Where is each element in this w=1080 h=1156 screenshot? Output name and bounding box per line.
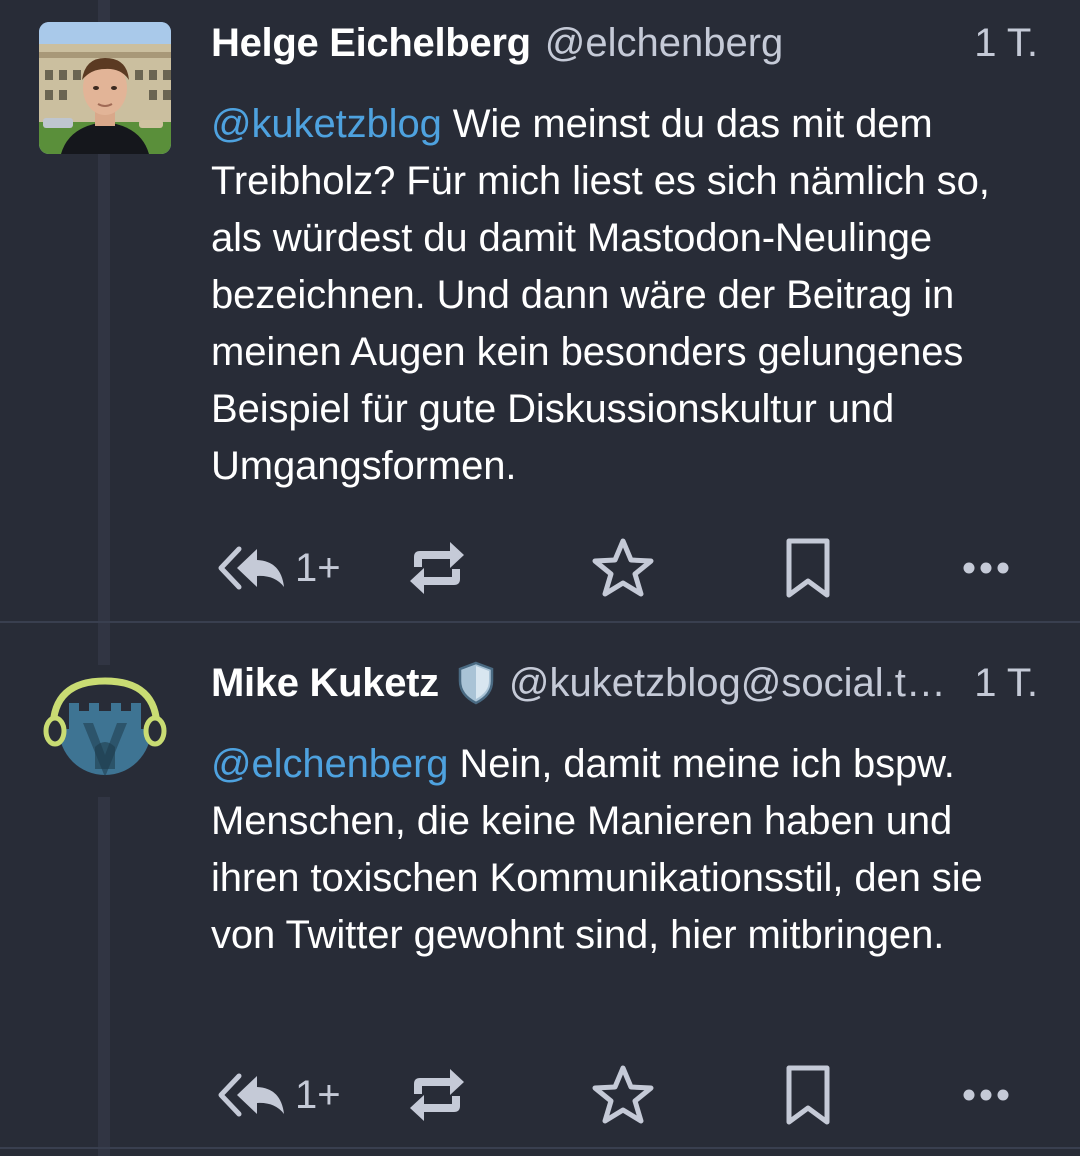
- avatar[interactable]: [39, 22, 171, 154]
- boost-button[interactable]: [408, 533, 466, 603]
- display-name[interactable]: Helge Eichelberg: [211, 21, 531, 66]
- boost-icon: [408, 537, 466, 599]
- reply-count: 1+: [295, 545, 341, 590]
- bookmark-button[interactable]: [783, 533, 833, 603]
- status-helge[interactable]: Helge Eichelberg @elchenberg 1 T. @kuket…: [0, 0, 1080, 621]
- favourite-button[interactable]: [591, 1060, 655, 1130]
- star-icon: [591, 537, 655, 599]
- bookmark-icon: [783, 537, 833, 599]
- display-name[interactable]: Mike Kuketz: [211, 661, 439, 706]
- status-header: Mike Kuketz @kuketzblog@social.tchncs.de…: [211, 658, 1038, 708]
- relative-time[interactable]: 1 T.: [974, 661, 1038, 706]
- boost-button[interactable]: [408, 1060, 466, 1130]
- account-handle[interactable]: @kuketzblog@social.tchncs.de: [509, 661, 962, 706]
- action-bar: 1+: [211, 1060, 1041, 1130]
- bookmark-icon: [783, 1064, 833, 1126]
- more-dots-icon: [961, 1085, 1011, 1105]
- status-content: @kuketzblog Wie meinst du das mit dem Tr…: [211, 96, 1050, 495]
- reply-all-icon: [217, 545, 287, 591]
- boost-icon: [408, 1064, 466, 1126]
- status-text: Wie meinst du das mit dem Treibholz? Für…: [211, 102, 990, 488]
- more-button[interactable]: [961, 533, 1011, 603]
- account-handle[interactable]: @elchenberg: [545, 21, 962, 66]
- more-button[interactable]: [961, 1060, 1011, 1130]
- shield-icon: [457, 661, 495, 705]
- reply-all-icon: [217, 1072, 287, 1118]
- status-divider: [0, 1147, 1080, 1149]
- avatar[interactable]: [39, 665, 171, 797]
- bookmark-button[interactable]: [783, 1060, 833, 1130]
- mention-link[interactable]: @elchenberg: [211, 742, 449, 786]
- reply-button[interactable]: 1+: [217, 1060, 341, 1130]
- favourite-button[interactable]: [591, 533, 655, 603]
- reply-button[interactable]: 1+: [217, 533, 341, 603]
- status-header: Helge Eichelberg @elchenberg 1 T.: [211, 18, 1038, 68]
- action-bar: 1+: [211, 533, 1041, 603]
- status-content: @elchenberg Nein, damit meine ich bspw. …: [211, 736, 1050, 964]
- reply-count: 1+: [295, 1072, 341, 1117]
- more-dots-icon: [961, 558, 1011, 578]
- mention-link[interactable]: @kuketzblog: [211, 102, 442, 146]
- relative-time[interactable]: 1 T.: [974, 21, 1038, 66]
- status-mike[interactable]: Mike Kuketz @kuketzblog@social.tchncs.de…: [0, 623, 1080, 1147]
- star-icon: [591, 1064, 655, 1126]
